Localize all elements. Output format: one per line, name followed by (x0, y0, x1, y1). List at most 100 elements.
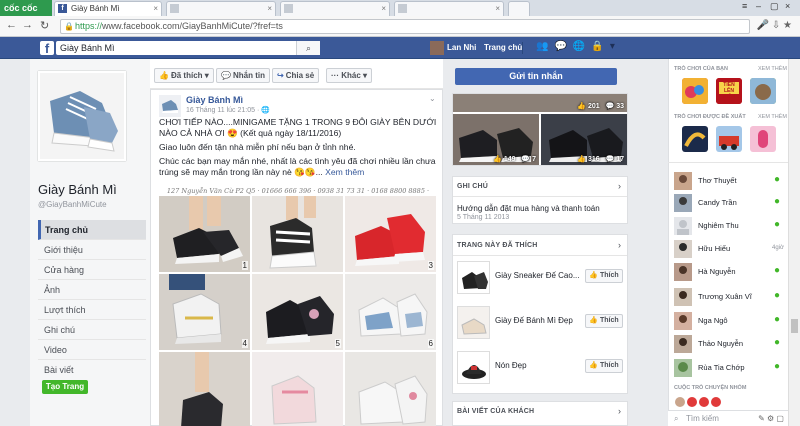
forward-icon[interactable]: → (22, 19, 33, 31)
page-nav-posts[interactable]: Bài viết (38, 360, 146, 380)
page-thumbnail[interactable] (457, 306, 490, 339)
facebook-logo-icon[interactable]: f (40, 41, 54, 56)
tab-giay-banh-mi[interactable]: f Giày Bánh Mì × (54, 1, 162, 16)
close-tab-icon[interactable]: × (153, 2, 158, 15)
header-notification-icons[interactable]: 👥💬🌐🔒▾ (536, 41, 621, 52)
privacy-shortcuts-icon[interactable]: 🔒 (591, 41, 609, 52)
menu-icon[interactable]: ≡ (742, 1, 747, 11)
profile-link[interactable]: Lan Nhi (430, 41, 476, 55)
back-icon[interactable]: ← (6, 19, 17, 31)
search-input[interactable]: Giày Bánh Mì (56, 41, 320, 55)
ice-age-game-icon[interactable] (750, 78, 776, 104)
visitor-posts-title[interactable]: BÀI VIẾT CỦA KHÁCH (457, 408, 534, 415)
coccoc-logo[interactable]: cốc cốc (0, 0, 52, 16)
page-nav-photos[interactable]: Ảnh (38, 280, 146, 300)
tab-blurred-3[interactable]: × (394, 1, 504, 16)
chevron-right-icon[interactable]: › (618, 406, 621, 416)
suggested-games-see-more[interactable]: XEM THÊM (758, 114, 787, 120)
liked-page-link[interactable]: Giày Sneaker Đế Cao... (495, 271, 583, 280)
post-photo-6[interactable]: 6 (345, 274, 436, 350)
like-page-button[interactable]: 👍 Thích (585, 314, 623, 328)
share-button[interactable]: ↪ Chia sẻ (272, 68, 320, 83)
page-nav-notes[interactable]: Ghi chú (38, 320, 146, 340)
page-thumbnail[interactable] (457, 351, 490, 384)
message-button[interactable]: 💬 Nhắn tin (216, 68, 270, 83)
post-photo-9[interactable] (345, 352, 436, 426)
post-photo-2[interactable] (252, 196, 343, 272)
chat-tools-icons[interactable]: ✎ ⚙ ▢ (758, 411, 784, 426)
scrollbar-thumb[interactable] (791, 319, 798, 333)
candy-crush-game-icon[interactable] (682, 78, 708, 104)
new-tab-button[interactable] (508, 1, 530, 16)
page-thumbnail[interactable] (457, 261, 490, 294)
tien-len-game-icon[interactable]: TIẾN LÊN MIỀN NAM (716, 78, 742, 104)
nail-game-icon[interactable] (750, 126, 776, 152)
note-link[interactable]: Hướng dẫn đặt mua hàng và thanh toán (457, 204, 600, 213)
chat-friend-1[interactable]: Thơ Thuyết ● (674, 170, 786, 192)
like-page-button[interactable]: 👍 Thích (585, 359, 623, 373)
post-photo-3[interactable]: 3 (345, 196, 436, 272)
post-options-chevron-icon[interactable]: ⌄ (429, 94, 436, 103)
close-tab-icon[interactable]: × (267, 2, 272, 15)
close-tab-icon[interactable]: × (495, 2, 500, 15)
liked-page-link[interactable]: Giày Đế Bánh Mì Đẹp (495, 316, 583, 325)
page-scrollbar[interactable] (788, 59, 800, 426)
more-button[interactable]: ··· Khác ▾ (326, 68, 373, 83)
chat-friend-8[interactable]: Thảo Nguyễn ● (674, 333, 786, 355)
close-tab-icon[interactable]: × (381, 2, 386, 15)
page-nav-about[interactable]: Giới thiệu (38, 240, 146, 260)
post-photo-5[interactable]: 5 (252, 274, 343, 350)
friend-requests-icon[interactable]: 👥 (536, 41, 554, 52)
chat-friend-6[interactable]: Trương Xuân Vĩ ● (674, 286, 786, 308)
chat-friend-5[interactable]: Hà Nguyễn ● (674, 261, 786, 283)
reload-icon[interactable]: ↻ (40, 19, 49, 32)
side-photo-2[interactable]: 👍 149 💬 7 (453, 114, 539, 165)
slither-game-icon[interactable] (682, 126, 708, 152)
minimize-icon[interactable]: – (756, 1, 761, 11)
chat-friend-7[interactable]: Nga Ngô ● (674, 310, 786, 332)
tab-blurred-1[interactable]: × (166, 1, 276, 16)
page-nav-home[interactable]: Trang chủ (38, 220, 146, 240)
chat-search-input[interactable]: ⌕ Tìm kiếm ✎ ⚙ ▢ (668, 410, 788, 426)
post-photo-7[interactable] (159, 352, 250, 426)
your-games-see-more[interactable]: XEM THÊM (758, 66, 787, 72)
side-photo-3[interactable]: 👍 316 💬 17 (541, 114, 627, 165)
page-nav-videos[interactable]: Video (38, 340, 146, 360)
chat-friend-4[interactable]: Hữu Hiếu 4giờ (674, 238, 786, 260)
send-message-button[interactable]: Gửi tin nhắn (455, 68, 617, 85)
group-chat-avatars[interactable] (674, 396, 734, 408)
tab-blurred-2[interactable]: × (280, 1, 390, 16)
chat-friend-9[interactable]: Rùa Tia Chớp ● (674, 357, 786, 379)
chat-friend-3[interactable]: Nghiêm Thu ● (674, 215, 786, 237)
notifications-icon[interactable]: 🌐 (573, 41, 591, 52)
page-nav-likes[interactable]: Lượt thích (38, 300, 146, 320)
like-page-button[interactable]: 👍 Thích (585, 269, 623, 283)
liked-button[interactable]: 👍 Đã thích ▾ (154, 68, 214, 83)
create-page-button[interactable]: Tạo Trang (42, 380, 88, 394)
chevron-right-icon[interactable]: › (618, 240, 621, 250)
side-photo-1[interactable]: 👍 201 💬 33 (453, 94, 627, 112)
maximize-icon[interactable]: ▢ (770, 1, 779, 12)
page-nav-shop[interactable]: Cửa hàng (38, 260, 146, 280)
home-link[interactable]: Trang chủ (484, 41, 522, 55)
search-icon[interactable]: ⌕ (296, 41, 320, 55)
profile-picture[interactable] (38, 71, 126, 161)
close-window-icon[interactable]: × (785, 1, 790, 11)
account-menu-icon[interactable]: ▾ (610, 41, 621, 52)
address-bar-tools[interactable]: 🎤 ⇩ ★ (757, 20, 792, 31)
post-photo-4[interactable]: 4 (159, 274, 250, 350)
post-photo-8[interactable] (252, 352, 343, 426)
liked-page-link[interactable]: Nón Đẹp (495, 361, 583, 370)
post-author-link[interactable]: Giày Bánh Mì (186, 95, 243, 105)
post-photo-1[interactable]: 1 (159, 196, 250, 272)
post-author-avatar[interactable] (159, 95, 181, 117)
see-more-link[interactable]: Xem thêm (325, 167, 364, 177)
notes-title[interactable]: GHI CHÚ (457, 183, 488, 190)
truck-game-icon[interactable] (716, 126, 742, 152)
liked-pages-title[interactable]: TRANG NÀY ĐÃ THÍCH (457, 242, 537, 249)
url-input[interactable]: 🔒 https://www.facebook.com/GiayBanhMiCut… (60, 19, 750, 34)
chat-friend-2[interactable]: Candy Trần ● (674, 192, 786, 214)
messages-icon[interactable]: 💬 (554, 41, 572, 52)
post-timestamp[interactable]: 16 Tháng 11 lúc 21:05 · 🌐 (186, 106, 270, 114)
chevron-right-icon[interactable]: › (618, 181, 621, 191)
